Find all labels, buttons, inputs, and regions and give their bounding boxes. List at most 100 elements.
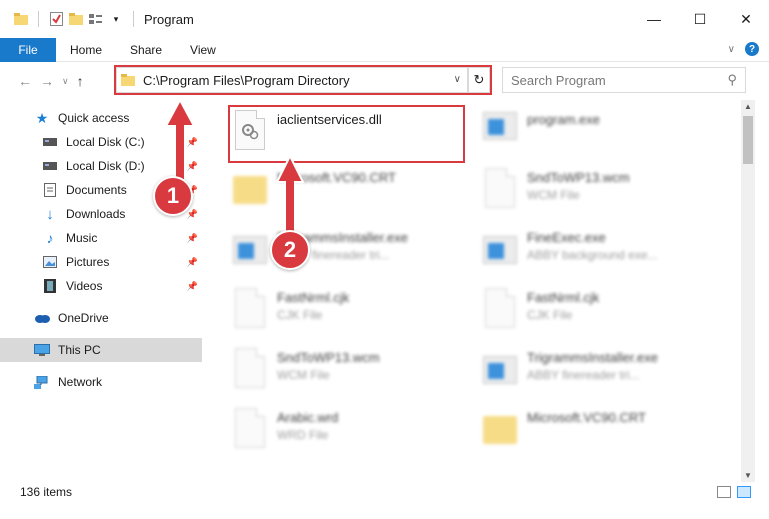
tab-home[interactable]: Home: [56, 43, 116, 57]
view-switcher: [717, 486, 751, 498]
file-icon: [233, 346, 269, 392]
file-name: SndToWP13.wcm: [527, 170, 630, 185]
address-highlight: [114, 65, 492, 95]
star-icon: ★: [35, 109, 49, 126]
window-controls: — ☐ ✕: [631, 0, 769, 38]
search-input[interactable]: Search Program ⚲: [502, 67, 746, 93]
sidebar-item-label: Downloads: [66, 207, 126, 221]
pin-icon: 📌: [186, 232, 198, 243]
tab-share[interactable]: Share: [116, 43, 176, 57]
properties-icon[interactable]: [49, 12, 63, 26]
sidebar-item-onedrive[interactable]: OneDrive: [0, 306, 202, 330]
sidebar-item-label: This PC: [58, 343, 101, 357]
ribbon-tabs: File Home Share View ∨ ?: [0, 37, 769, 62]
back-arrow-icon[interactable]: ←: [18, 73, 32, 89]
music-icon: ♪: [46, 230, 54, 246]
customize-toolbar-icon[interactable]: ▾: [109, 12, 123, 26]
sidebar-item-label: OneDrive: [58, 311, 109, 325]
pictures-icon: [42, 255, 58, 269]
sidebar-item-pictures[interactable]: Pictures 📌: [0, 250, 202, 274]
vertical-scrollbar[interactable]: ▲ ▼: [741, 100, 755, 482]
file-item[interactable]: TrigrammsInstaller.exe ABBY finereader tr…: [233, 226, 473, 276]
view-options-icon[interactable]: [89, 12, 103, 26]
exe-file-icon: [233, 226, 269, 272]
tab-view[interactable]: View: [176, 43, 230, 57]
nav-buttons: ← → ∨ ↑: [0, 73, 114, 89]
sidebar-item-videos[interactable]: Videos 📌: [0, 274, 202, 298]
search-icon: ⚲: [727, 72, 737, 87]
file-type: CJK File: [527, 308, 573, 322]
file-name: TrigrammsInstaller.exe: [527, 350, 658, 365]
sidebar-item-network[interactable]: Network: [0, 370, 202, 394]
file-item[interactable]: Microsoft.VC90.CRT: [483, 406, 723, 456]
file-type: WCM File: [527, 188, 580, 202]
up-arrow-icon[interactable]: ↑: [77, 73, 84, 89]
sidebar-item-label: Local Disk (D:): [66, 159, 145, 173]
status-bar: 136 items: [0, 482, 769, 502]
file-name: FineExec.exe: [527, 230, 606, 245]
videos-icon: [42, 279, 58, 293]
close-button[interactable]: ✕: [723, 0, 769, 38]
step-2-badge: 2: [270, 230, 310, 270]
file-item[interactable]: SndToWP13.wcm WCM File: [233, 346, 473, 396]
new-folder-icon[interactable]: [69, 12, 83, 26]
pin-icon: 📌: [186, 280, 198, 291]
exe-file-icon: [483, 226, 519, 272]
ribbon-right: ∨ ?: [728, 42, 759, 56]
file-item[interactable]: Arabic.wrd WRD File: [233, 406, 473, 456]
file-type: WCM File: [277, 368, 330, 382]
file-type: ABBY background exe...: [527, 248, 658, 262]
file-name: program.exe: [527, 112, 600, 127]
file-type: CJK File: [277, 308, 323, 322]
sidebar-item-label: Music: [66, 231, 98, 245]
expand-ribbon-icon[interactable]: ∨: [728, 44, 735, 55]
file-item[interactable]: Microsoft.VC90.CRT: [233, 166, 473, 216]
file-icon: [233, 286, 269, 332]
file-item[interactable]: program.exe: [483, 108, 723, 158]
cloud-icon: [34, 311, 50, 325]
file-item[interactable]: SndToWP13.wcm WCM File: [483, 166, 723, 216]
file-type: WRD File: [277, 428, 329, 442]
file-name: FastNrml.cjk: [277, 290, 350, 305]
folder-icon[interactable]: [14, 12, 28, 26]
details-view-icon[interactable]: [717, 486, 731, 498]
forward-arrow-icon[interactable]: →: [40, 73, 54, 89]
item-count: 136 items: [20, 485, 73, 499]
file-item[interactable]: TrigrammsInstaller.exe ABBY finereader tr…: [483, 346, 723, 396]
documents-icon: [42, 183, 58, 197]
file-item[interactable]: FastNrml.cjk CJK File: [233, 286, 473, 336]
sidebar-item-label: Documents: [66, 183, 127, 197]
tab-file[interactable]: File: [0, 37, 56, 62]
sidebar-item-music[interactable]: ♪ Music 📌: [0, 226, 202, 250]
file-item[interactable]: FineExec.exe ABBY background exe...: [483, 226, 723, 276]
minimize-button[interactable]: —: [631, 0, 677, 38]
sidebar-item-label: Quick access: [58, 111, 130, 125]
sidebar-item-label: Videos: [66, 279, 103, 293]
sidebar-item-label: Pictures: [66, 255, 110, 269]
file-item[interactable]: FastNrml.cjk CJK File: [483, 286, 723, 336]
sidebar-item-this-pc[interactable]: This PC: [0, 338, 202, 362]
scroll-up-icon[interactable]: ▲: [744, 102, 752, 111]
step-1-badge: 1: [153, 176, 193, 216]
sidebar-item-label: Local Disk (C:): [66, 135, 145, 149]
help-icon[interactable]: ?: [745, 42, 759, 56]
exe-file-icon: [483, 108, 519, 154]
downloads-icon: ↓: [46, 205, 54, 223]
scroll-down-icon[interactable]: ▼: [744, 471, 752, 480]
quick-access-toolbar: ▾: [0, 11, 138, 27]
drive-icon: [42, 135, 58, 149]
file-icon: [483, 286, 519, 332]
pin-icon: 📌: [186, 256, 198, 267]
window-title: Program: [144, 11, 194, 27]
scrollbar-thumb[interactable]: [743, 116, 753, 164]
exe-file-icon: [483, 346, 519, 392]
maximize-button[interactable]: ☐: [677, 0, 723, 38]
drive-icon: [42, 159, 58, 173]
title-bar: ▾ Program — ☐ ✕: [0, 0, 769, 38]
folder-icon: [483, 406, 519, 452]
recent-dropdown-icon[interactable]: ∨: [62, 76, 69, 89]
large-icons-view-icon[interactable]: [737, 486, 751, 498]
network-icon: [34, 375, 50, 389]
toolbar-separator: [38, 11, 39, 27]
file-name: Microsoft.VC90.CRT: [527, 410, 646, 425]
